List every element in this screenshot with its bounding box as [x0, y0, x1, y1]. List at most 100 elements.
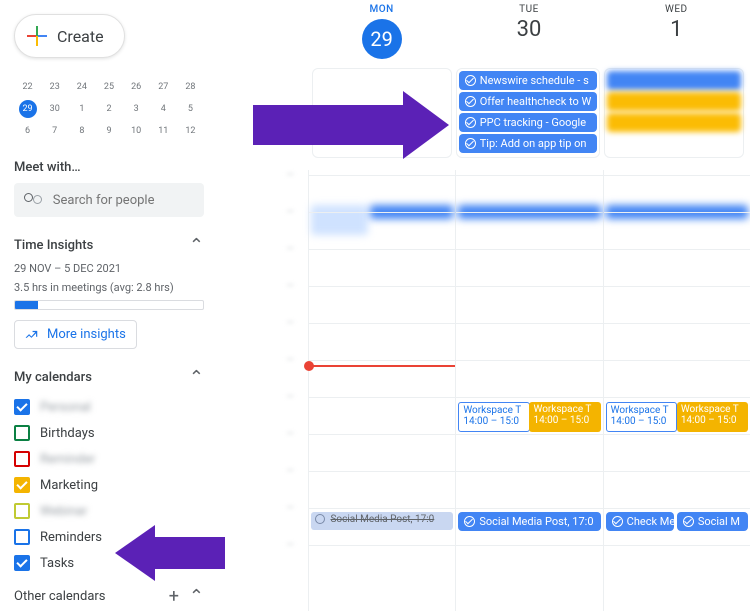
- time-insights-summary: 3.5 hrs in meetings (avg: 2.8 hrs): [14, 281, 204, 294]
- checkbox[interactable]: [14, 451, 30, 467]
- checkbox[interactable]: [14, 477, 30, 493]
- event-social-media-tue[interactable]: Social Media Post, 17:0: [458, 512, 600, 531]
- calendar-label: Personal: [40, 400, 91, 415]
- calendar-label: Webinar: [40, 504, 87, 519]
- blurred-event: [607, 113, 741, 132]
- mini-cal-day[interactable]: 12: [177, 120, 204, 142]
- calendar-toggle[interactable]: Reminder: [14, 446, 204, 472]
- create-label: Create: [57, 27, 104, 46]
- create-button[interactable]: Create: [14, 14, 125, 58]
- mini-cal-day[interactable]: 4: [150, 98, 177, 120]
- mini-cal-day[interactable]: 26: [123, 76, 150, 98]
- search-people-input[interactable]: [51, 192, 194, 209]
- task-label: Tip: Add on app tip on: [480, 137, 587, 150]
- task-label: PPC tracking - Google: [480, 116, 586, 129]
- check-circle-icon: [464, 516, 475, 527]
- check-circle-icon: [465, 138, 476, 149]
- mini-cal-day[interactable]: 25: [95, 76, 122, 98]
- chevron-up-icon[interactable]: ⌃: [189, 235, 204, 256]
- event-workspace-a[interactable]: Workspace T14:00 – 15:0: [458, 402, 529, 432]
- annotation-arrow: [115, 529, 235, 587]
- calendar-toggle[interactable]: Personal: [14, 394, 204, 420]
- event-workspace-b[interactable]: Workspace T14:00 – 15:0: [677, 402, 748, 432]
- now-indicator: [309, 365, 455, 367]
- annotation-arrow: [253, 90, 453, 160]
- mini-cal-day[interactable]: 5: [177, 98, 204, 120]
- mini-cal-day[interactable]: 9: [95, 120, 122, 142]
- people-icon: [24, 193, 41, 207]
- event-workspace-b[interactable]: Workspace T14:00 – 15:0: [529, 402, 600, 432]
- calendar-label: Birthdays: [40, 426, 95, 441]
- day-of-week: TUE: [455, 4, 602, 15]
- day-header[interactable]: WED 1: [603, 0, 750, 68]
- my-calendars-heading[interactable]: My calendars ⌃: [14, 367, 204, 388]
- mini-cal-day[interactable]: 30: [41, 98, 68, 120]
- search-people-field[interactable]: [14, 183, 204, 217]
- more-insights-button[interactable]: More insights: [14, 320, 137, 349]
- day-col-mon[interactable]: Social Media Post, 17:0: [308, 170, 455, 611]
- task-chip[interactable]: Tip: Add on app tip on: [459, 134, 598, 153]
- blurred-event: [311, 205, 368, 235]
- calendar-label: Reminders: [40, 530, 102, 545]
- day-header[interactable]: TUE 30: [455, 0, 602, 68]
- task-chip[interactable]: PPC tracking - Google: [459, 113, 598, 132]
- mini-cal-day[interactable]: 2: [95, 98, 122, 120]
- day-header[interactable]: MON 29: [308, 0, 455, 68]
- checkbox[interactable]: [14, 555, 30, 571]
- mini-cal-day[interactable]: 28: [177, 76, 204, 98]
- plus-icon: [27, 26, 47, 46]
- mini-cal-day[interactable]: 11: [150, 120, 177, 142]
- mini-cal-day[interactable]: 23: [41, 76, 68, 98]
- allday-cell-tue[interactable]: Newswire schedule - s Offer healthcheck t…: [456, 68, 601, 158]
- mini-cal-day[interactable]: 7: [41, 120, 68, 142]
- meet-with-heading: Meet with…: [14, 160, 204, 175]
- day-number: 29: [362, 19, 402, 59]
- mini-cal-day[interactable]: 24: [68, 76, 95, 98]
- check-circle-icon: [612, 516, 623, 527]
- mini-calendar[interactable]: 222324252627282930123456789101112: [14, 76, 204, 142]
- day-col-wed[interactable]: Workspace T14:00 – 15:0 Workspace T14:00…: [603, 170, 750, 611]
- day-number: 1: [603, 17, 750, 42]
- day-of-week: WED: [603, 4, 750, 15]
- chevron-up-icon[interactable]: ⌃: [189, 367, 204, 388]
- mini-cal-day[interactable]: 8: [68, 120, 95, 142]
- mini-cal-day[interactable]: 29: [14, 98, 41, 120]
- time-insights-heading[interactable]: Time Insights ⌃: [14, 235, 204, 256]
- mini-cal-day[interactable]: 27: [150, 76, 177, 98]
- other-calendars-heading[interactable]: Other calendars: [14, 589, 106, 604]
- task-label: Offer healthcheck to W: [480, 95, 592, 108]
- calendar-toggle[interactable]: Birthdays: [14, 420, 204, 446]
- event-workspace-a[interactable]: Workspace T14:00 – 15:0: [606, 402, 677, 432]
- checkbox[interactable]: [14, 503, 30, 519]
- event-social-media-done[interactable]: Social Media Post, 17:0: [311, 512, 453, 530]
- add-calendar-button[interactable]: +: [169, 586, 179, 607]
- day-col-tue[interactable]: Workspace T14:00 – 15:0 Workspace T14:00…: [455, 170, 602, 611]
- calendar-label: Reminder: [40, 452, 95, 467]
- mini-cal-day[interactable]: 1: [68, 98, 95, 120]
- check-circle-icon: [465, 75, 476, 86]
- checkbox[interactable]: [14, 425, 30, 441]
- allday-cell-wed[interactable]: [604, 68, 744, 158]
- time-insights-range: 29 NOV – 5 DEC 2021: [14, 262, 204, 275]
- event-check-wed[interactable]: Check Me: [606, 512, 674, 531]
- task-label: Newswire schedule - s: [480, 74, 589, 87]
- mini-cal-day[interactable]: 3: [123, 98, 150, 120]
- calendar-toggle[interactable]: Marketing: [14, 472, 204, 498]
- mini-cal-day[interactable]: 10: [123, 120, 150, 142]
- check-circle-icon: [465, 117, 476, 128]
- checkbox[interactable]: [14, 529, 30, 545]
- insights-icon: [25, 328, 39, 342]
- calendar-toggle[interactable]: Webinar: [14, 498, 204, 524]
- mini-cal-day[interactable]: 6: [14, 120, 41, 142]
- chevron-up-icon[interactable]: ⌃: [189, 586, 204, 607]
- calendar-label: Marketing: [40, 478, 98, 493]
- calendar-label: Tasks: [40, 556, 74, 571]
- task-chip[interactable]: Newswire schedule - s: [459, 71, 598, 90]
- task-chip[interactable]: Offer healthcheck to W: [459, 92, 598, 111]
- mini-cal-day[interactable]: 22: [14, 76, 41, 98]
- day-number: 30: [455, 17, 602, 42]
- checkbox[interactable]: [14, 399, 30, 415]
- day-of-week: MON: [308, 4, 455, 15]
- check-circle-icon: [683, 516, 694, 527]
- event-social-wed[interactable]: Social M: [677, 512, 748, 531]
